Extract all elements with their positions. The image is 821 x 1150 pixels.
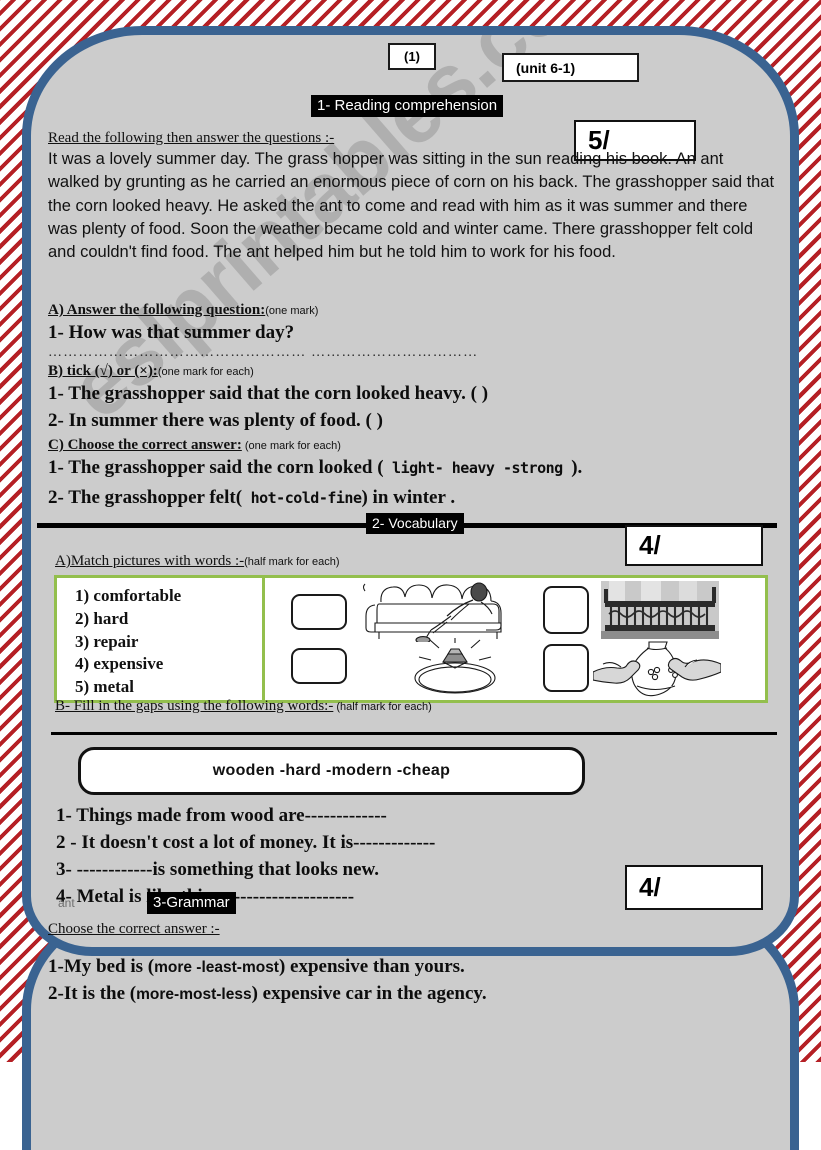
match-word-1: 1) comfortable [75,586,182,605]
match-answer-box-4[interactable] [543,644,589,692]
match-answer-box-1[interactable] [291,594,347,630]
score-box-vocabulary[interactable]: 4/ [625,525,763,566]
match-word-4: 4) expensive [75,654,164,674]
matching-word-list: 1) comfortable 2) hard 3) repair 4) expe… [57,578,265,700]
page-number-box: (1) [388,43,436,70]
part-c-item-2-tail: ) in winter . [361,487,456,508]
vocab-part-b-label: B- Fill in the gaps using the following … [55,698,432,714]
vocab-gap-item-3[interactable]: 3- ------------is something that looks n… [56,859,379,881]
grammar-instruction: Choose the correct answer :- [48,921,220,937]
man-relaxing-on-sofa-picture [362,582,502,642]
grammar-item-1[interactable]: 1-My bed is (more -least-most) expensive… [48,956,465,978]
score-box-grammar[interactable]: 4/ [625,865,763,910]
vocab-gap-item-1[interactable]: 1- Things made from wood are------------… [56,805,387,827]
part-c-item-1-stem: 1- The grasshopper said the corn looked … [48,457,384,478]
unit-label-box: (unit 6-1) [502,53,639,82]
part-a-label: A) Answer the following question:(one ma… [48,302,319,318]
section-divider-2 [51,732,777,735]
reading-instruction: Read the following then answer the quest… [48,130,335,146]
metal-balcony-railing-picture [601,581,719,639]
section-heading-grammar: 3-Grammar [147,892,236,914]
part-b-item-2[interactable]: 2- In summer there was plenty of food. (… [48,410,383,432]
grammar-item-1-tail: ) expensive than yours. [278,956,465,977]
grammar-item-2-options[interactable]: more-most-less [136,986,251,1003]
part-c-item-1-tail: ). [571,457,583,478]
part-c-label: C) Choose the correct answer: (one mark … [48,437,341,453]
part-c-item-2-stem: 2- The grasshopper felt( [48,487,243,508]
match-word-3: 3) repair [75,631,139,651]
grammar-item-1-options[interactable]: more -least-most [154,959,279,976]
word-bank-words: wooden -hard -modern -cheap [212,762,451,779]
part-c-item-2[interactable]: 2- The grasshopper felt( hot-cold-fine) … [48,487,455,509]
reading-passage: It was a lovely summer day. The grass ho… [48,150,775,261]
grammar-item-2-tail: ) expensive car in the agency. [251,983,487,1004]
part-c-item-1[interactable]: 1- The grasshopper said the corn looked … [48,457,582,479]
section-heading-vocabulary: 2- Vocabulary [366,513,464,534]
hands-repairing-vase-picture [593,641,721,697]
word-bank-box: wooden -hard -modern -cheap [78,747,585,795]
grammar-item-2[interactable]: 2-It is the (more-most-less) expensive c… [48,983,487,1005]
vocab-part-a-label: A)Match pictures with words :-(half mark… [55,553,340,569]
stray-ant-text: ant [58,896,75,910]
grammar-item-2-stem: 2-It is the ( [48,983,137,1004]
match-word-2: 2) hard [75,608,129,628]
vocab-gap-item-2[interactable]: 2 - It doesn't cost a lot of money. It i… [56,832,435,854]
matching-pictures-area [265,578,765,700]
part-b-label: B) tick (√) or (×):(one mark for each) [48,363,254,379]
part-c-item-1-options[interactable]: light- heavy -strong [384,459,572,477]
part-a-question: 1- How was that summer day? [48,322,295,343]
section-heading-reading: 1- Reading comprehension [311,95,504,117]
diamond-ring-picture [414,638,496,694]
match-word-5: 5) metal [75,677,135,697]
match-answer-box-3[interactable] [543,586,589,634]
part-a-answer-line[interactable]: …………………………………………… …………………………… [48,345,478,361]
worksheet-page: eslprintables.com (1) (unit 6-1) 1- Read… [31,35,790,1062]
matching-exercise-box: 1) comfortable 2) hard 3) repair 4) expe… [54,575,768,703]
part-c-item-2-options[interactable]: hot-cold-fine [242,489,362,507]
match-answer-box-2[interactable] [291,648,347,684]
part-b-item-1[interactable]: 1- The grasshopper said that the corn lo… [48,383,488,405]
grammar-item-1-stem: 1-My bed is ( [48,956,155,977]
